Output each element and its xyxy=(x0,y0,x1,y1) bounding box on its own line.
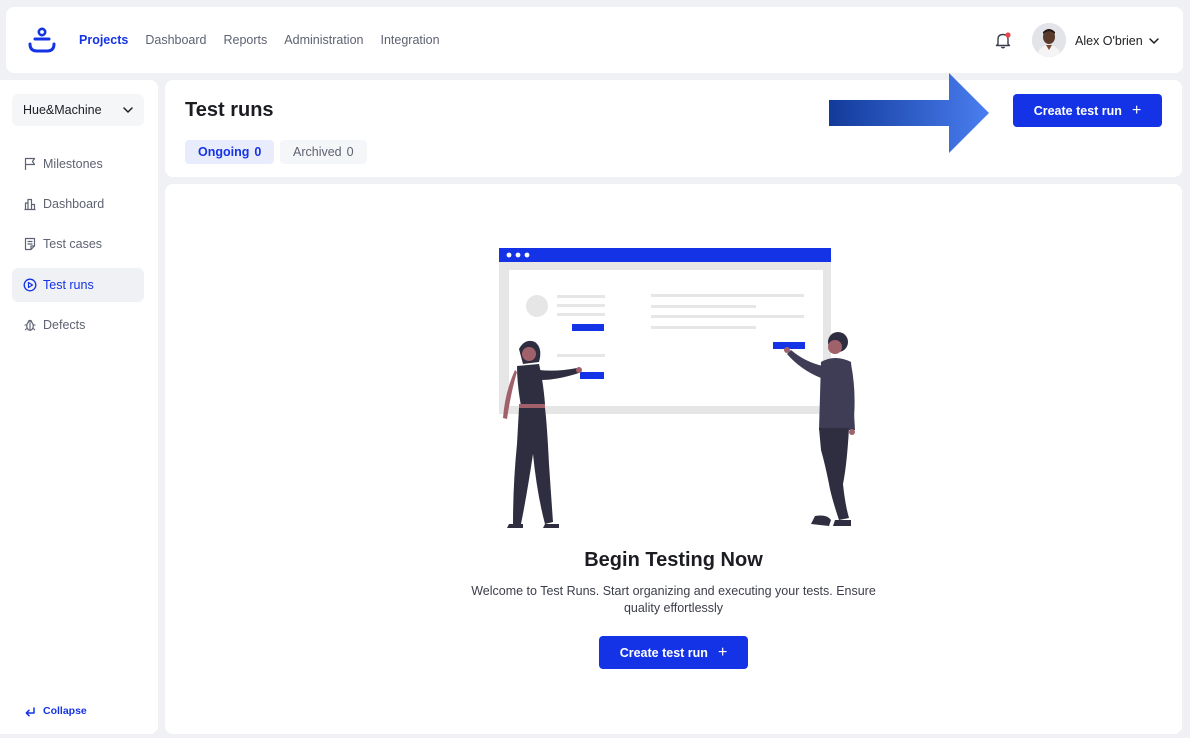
sidebar-item-label: Milestones xyxy=(43,157,103,171)
project-selector[interactable]: Hue&Machine xyxy=(12,94,144,126)
avatar-image xyxy=(1032,23,1066,57)
nav-integration[interactable]: Integration xyxy=(380,31,439,49)
empty-state-panel: Begin Testing Now Welcome to Test Runs. … xyxy=(165,184,1182,734)
return-arrow-icon xyxy=(25,707,35,717)
logo-icon[interactable] xyxy=(28,27,56,55)
tab-label: Archived xyxy=(293,145,342,159)
sidebar-item-milestones[interactable]: Milestones xyxy=(12,147,144,181)
nav-dashboard[interactable]: Dashboard xyxy=(145,31,206,49)
nav-administration[interactable]: Administration xyxy=(284,31,363,49)
create-test-run-button[interactable]: Create test run + xyxy=(599,636,748,669)
collapse-label: Collapse xyxy=(43,705,87,717)
sidebar-item-test-runs[interactable]: Test runs xyxy=(12,268,144,302)
top-navigation-bar: Projects Dashboard Reports Administratio… xyxy=(6,7,1183,73)
sidebar-item-dashboard[interactable]: Dashboard xyxy=(12,187,144,221)
flag-icon xyxy=(24,157,36,170)
avatar[interactable] xyxy=(1032,23,1066,57)
sidebar-item-defects[interactable]: Defects xyxy=(12,308,144,342)
nav-projects[interactable]: Projects xyxy=(79,31,128,49)
bug-icon xyxy=(24,319,36,331)
user-name[interactable]: Alex O'brien xyxy=(1075,32,1143,50)
sidebar-item-label: Defects xyxy=(43,318,86,332)
button-label: Create test run xyxy=(1033,103,1122,118)
bell-icon[interactable] xyxy=(994,31,1012,49)
empty-state-title: Begin Testing Now xyxy=(584,549,763,571)
page-header: Test runs Ongoing 0 Archived 0 Create test… xyxy=(165,73,1182,177)
chevron-down-icon[interactable] xyxy=(1148,35,1160,47)
sidebar-item-label: Test runs xyxy=(43,278,94,292)
chevron-down-icon xyxy=(123,107,133,113)
testing-illustration xyxy=(499,248,855,528)
tab-archived[interactable]: Archived 0 xyxy=(280,140,367,164)
tab-ongoing[interactable]: Ongoing 0 xyxy=(185,140,275,164)
play-circle-icon xyxy=(23,278,37,292)
plus-icon: + xyxy=(1131,101,1142,119)
sidebar-item-label: Test cases xyxy=(43,237,103,251)
create-test-run-button[interactable]: Create test run + xyxy=(1013,94,1162,127)
document-icon xyxy=(24,237,36,251)
tab-count: 0 xyxy=(346,145,354,159)
tab-count: 0 xyxy=(254,145,262,159)
page-title: Test runs xyxy=(185,99,274,121)
pointer-arrow-icon xyxy=(829,73,989,153)
plus-icon: + xyxy=(717,643,728,661)
project-name: Hue&Machine xyxy=(23,103,102,117)
empty-state-description: Welcome to Test Runs. Start organizing a… xyxy=(471,584,876,615)
sidebar: Hue&Machine Milestones Dashboard Test ca… xyxy=(0,80,158,734)
main-nav: Projects Dashboard Reports Administratio… xyxy=(79,31,457,49)
button-label: Create test run xyxy=(619,645,708,660)
nav-reports[interactable]: Reports xyxy=(224,31,268,49)
tab-label: Ongoing xyxy=(198,145,250,159)
sidebar-item-test-cases[interactable]: Test cases xyxy=(12,227,144,261)
sidebar-item-label: Dashboard xyxy=(43,197,105,211)
chart-icon xyxy=(24,198,36,211)
